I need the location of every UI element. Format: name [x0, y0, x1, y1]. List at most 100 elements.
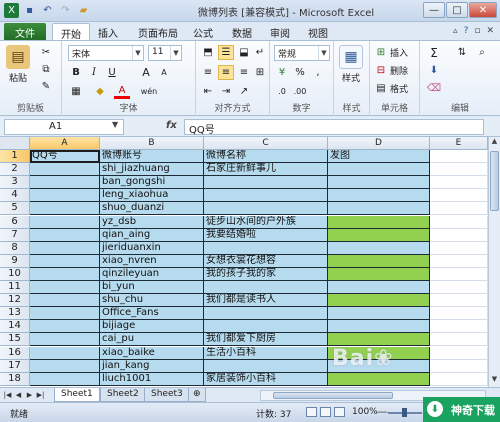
cell-c15[interactable]: 我们都爱下厨房 — [204, 333, 328, 347]
number-format-select[interactable]: 常规 ▼ — [274, 45, 330, 61]
function-icon[interactable]: fx — [166, 120, 177, 131]
column-header-e[interactable]: E — [430, 137, 488, 150]
cell-b12[interactable]: shu_chu — [100, 294, 204, 308]
align-bottom-icon[interactable]: ⬓ — [236, 45, 252, 60]
cell-e4[interactable] — [430, 189, 488, 203]
row-header[interactable]: 14 — [0, 320, 30, 334]
tab-data[interactable]: 数据 — [232, 25, 252, 40]
select-all-corner[interactable] — [0, 137, 30, 150]
row-header[interactable]: 13 — [0, 307, 30, 321]
cell-b9[interactable]: xiao_nvren — [100, 254, 204, 268]
tab-review[interactable]: 审阅 — [270, 25, 290, 40]
comma-button[interactable]: , — [310, 65, 326, 80]
shrink-font-button[interactable]: A — [156, 65, 172, 80]
row-header[interactable]: 1 — [0, 150, 30, 164]
cell-c5[interactable] — [204, 202, 328, 216]
font-color-button[interactable]: A — [114, 84, 130, 99]
normal-view-icon[interactable] — [306, 407, 317, 417]
row-header[interactable]: 6 — [0, 215, 30, 229]
tab-view[interactable]: 视图 — [308, 25, 328, 40]
cell-e18[interactable] — [430, 372, 488, 386]
bold-button[interactable]: B — [68, 65, 84, 80]
cell-a9[interactable] — [30, 254, 100, 268]
row-header[interactable]: 16 — [0, 346, 30, 360]
column-header-a[interactable]: A — [30, 137, 100, 150]
percent-button[interactable]: % — [292, 65, 308, 80]
tab-home[interactable]: 开始 — [52, 23, 90, 41]
cell-e3[interactable] — [430, 176, 488, 190]
orientation-icon[interactable]: ↗ — [236, 84, 252, 99]
cell-e12[interactable] — [430, 294, 488, 308]
cell-c12[interactable]: 我们都是读书人 — [204, 294, 328, 308]
cell-e6[interactable] — [430, 215, 488, 229]
cell-e14[interactable] — [430, 320, 488, 334]
cell-c9[interactable]: 女想衣裳花想容 — [204, 254, 328, 268]
redo-icon[interactable]: ↷ — [58, 3, 73, 18]
cell-d8[interactable] — [328, 241, 430, 255]
cell-d12[interactable] — [328, 294, 430, 308]
new-sheet-icon[interactable]: ⊕ — [188, 388, 206, 402]
last-sheet-icon[interactable]: ▶| — [36, 389, 45, 401]
cut-icon[interactable]: ✂ — [38, 45, 54, 60]
cell-b14[interactable]: bijiage — [100, 320, 204, 334]
cell-e1[interactable] — [430, 150, 488, 164]
tab-formulas[interactable]: 公式 — [193, 25, 213, 40]
cell-a14[interactable] — [30, 320, 100, 334]
cell-d13[interactable] — [328, 307, 430, 321]
cell-e9[interactable] — [430, 254, 488, 268]
cell-a8[interactable] — [30, 241, 100, 255]
cell-c10[interactable]: 我的孩子我的家 — [204, 267, 328, 281]
cell-a6[interactable] — [30, 215, 100, 229]
tab-page-layout[interactable]: 页面布局 — [138, 25, 178, 40]
cell-b8[interactable]: jieriduanxin — [100, 241, 204, 255]
row-header[interactable]: 10 — [0, 267, 30, 281]
cell-e17[interactable] — [430, 359, 488, 373]
cell-c14[interactable] — [204, 320, 328, 334]
align-right-icon[interactable]: ≡ — [236, 65, 252, 80]
name-box[interactable]: A1 — [4, 119, 124, 135]
cell-e2[interactable] — [430, 163, 488, 177]
first-sheet-icon[interactable]: |◀ — [3, 389, 12, 401]
zoom-level[interactable]: 100% — [352, 407, 378, 417]
cell-c7[interactable]: 我要结婚啦 — [204, 228, 328, 242]
cell-b4[interactable]: leng_xiaohua — [100, 189, 204, 203]
cell-b10[interactable]: qinzileyuan — [100, 267, 204, 281]
row-header[interactable]: 5 — [0, 202, 30, 216]
font-size-select[interactable]: 11 ▼ — [148, 45, 182, 61]
cell-a11[interactable] — [30, 281, 100, 295]
clear-icon[interactable]: ⌫ — [426, 81, 442, 96]
cell-b5[interactable]: shuo_duanzi — [100, 202, 204, 216]
save-icon[interactable]: ▪ — [22, 3, 37, 18]
tab-file[interactable]: 文件 — [4, 23, 46, 41]
zoom-slider-knob[interactable] — [402, 408, 407, 417]
cell-d5[interactable] — [328, 202, 430, 216]
increase-indent-icon[interactable]: ⇥ — [218, 84, 234, 99]
page-break-view-icon[interactable] — [334, 407, 345, 417]
cell-d1[interactable]: 发图 — [328, 150, 430, 164]
cell-e8[interactable] — [430, 241, 488, 255]
row-header[interactable]: 17 — [0, 359, 30, 373]
wrap-text-icon[interactable]: ↵ — [252, 45, 268, 60]
cell-b11[interactable]: bi_yun — [100, 281, 204, 295]
align-left-icon[interactable]: ≡ — [200, 65, 216, 80]
zoom-out-button[interactable]: — — [377, 405, 388, 418]
cell-a3[interactable] — [30, 176, 100, 190]
cell-a16[interactable] — [30, 346, 100, 360]
cell-d4[interactable] — [328, 189, 430, 203]
italic-button[interactable]: I — [86, 65, 102, 80]
fill-icon[interactable]: ⬇ — [426, 63, 442, 78]
decrease-decimal-icon[interactable]: .00 — [292, 84, 308, 99]
font-name-select[interactable]: 宋体 ▼ — [68, 45, 144, 61]
h-scroll-thumb[interactable] — [273, 392, 393, 399]
cell-d11[interactable] — [328, 281, 430, 295]
row-header[interactable]: 7 — [0, 228, 30, 242]
formula-input[interactable]: QQ号 — [184, 119, 484, 136]
cell-b6[interactable]: yz_dsb — [100, 215, 204, 229]
grow-font-button[interactable]: A — [138, 65, 154, 80]
cell-d18[interactable] — [328, 372, 430, 386]
cell-c1[interactable]: 微博名称 — [204, 150, 328, 164]
sheet-tab-1[interactable]: Sheet1 — [54, 388, 100, 402]
cell-b17[interactable]: jian_kang — [100, 359, 204, 373]
cell-e7[interactable] — [430, 228, 488, 242]
restore-icon[interactable]: ▫ — [474, 26, 480, 36]
